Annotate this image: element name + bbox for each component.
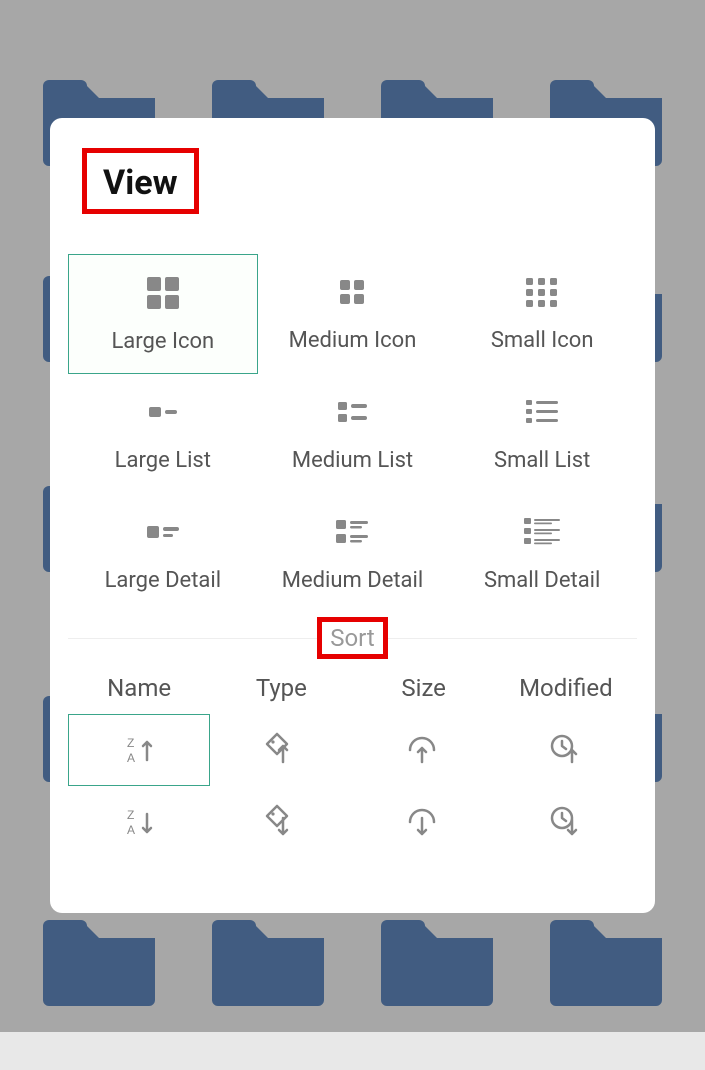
view-option-medium-icon[interactable]: Medium Icon xyxy=(258,254,448,374)
sort-column-name: Name xyxy=(68,666,210,710)
sort-type-asc[interactable] xyxy=(210,714,352,786)
view-option-label: Small List xyxy=(494,448,590,473)
view-option-label: Medium Icon xyxy=(289,328,417,353)
svg-text:A: A xyxy=(127,751,135,765)
view-option-medium-list[interactable]: Medium List xyxy=(258,374,448,494)
view-option-small-detail[interactable]: Small Detail xyxy=(447,494,637,614)
dialog-title-highlight: View xyxy=(82,148,199,214)
grid-large-icon xyxy=(141,269,185,317)
grid-small-icon xyxy=(520,268,564,316)
sort-size-desc-icon xyxy=(404,804,444,840)
sort-type-desc[interactable] xyxy=(210,786,352,858)
sort-label: Sort xyxy=(330,624,375,652)
view-option-label: Large Detail xyxy=(105,568,222,593)
list-large-icon xyxy=(141,388,185,436)
sort-modified-asc[interactable] xyxy=(495,714,637,786)
view-option-label: Medium List xyxy=(292,448,413,473)
detail-large-icon xyxy=(141,508,185,556)
view-option-label: Small Detail xyxy=(484,568,600,593)
view-option-small-list[interactable]: Small List xyxy=(447,374,637,494)
dialog-title: View xyxy=(103,163,178,203)
svg-text:Z: Z xyxy=(127,808,134,822)
view-option-label: Medium Detail xyxy=(282,568,423,593)
sort-column-type: Type xyxy=(210,666,352,710)
sort-tag-desc-icon xyxy=(261,804,301,840)
detail-small-icon xyxy=(520,508,564,556)
view-option-label: Large Icon xyxy=(111,329,214,354)
sort-time-asc-icon xyxy=(546,732,586,768)
sort-column-modified: Modified xyxy=(495,666,637,710)
svg-text:A: A xyxy=(127,823,135,837)
sort-size-asc[interactable] xyxy=(353,714,495,786)
list-small-icon xyxy=(520,388,564,436)
grid-medium-icon xyxy=(330,268,374,316)
sort-modified-desc[interactable] xyxy=(495,786,637,858)
view-sort-dialog: View Large Icon Medium Icon Small Ic xyxy=(50,118,655,913)
sort-options-grid: ZA ZA xyxy=(68,714,637,858)
sort-alpha-asc-icon: ZA xyxy=(119,732,159,768)
view-option-label: Small Icon xyxy=(491,328,594,353)
list-medium-icon xyxy=(330,388,374,436)
sort-name-desc[interactable]: ZA xyxy=(68,786,210,858)
view-options-grid: Large Icon Medium Icon Small Icon Larg xyxy=(68,254,637,614)
view-option-label: Large List xyxy=(115,448,211,473)
sort-time-desc-icon xyxy=(546,804,586,840)
sort-columns-header: Name Type Size Modified xyxy=(68,666,637,710)
view-option-small-icon[interactable]: Small Icon xyxy=(447,254,637,374)
view-option-medium-detail[interactable]: Medium Detail xyxy=(258,494,448,614)
sort-column-size: Size xyxy=(353,666,495,710)
sort-alpha-desc-icon: ZA xyxy=(119,804,159,840)
view-option-large-list[interactable]: Large List xyxy=(68,374,258,494)
sort-size-desc[interactable] xyxy=(353,786,495,858)
detail-medium-icon xyxy=(330,508,374,556)
sort-title-highlight: Sort xyxy=(317,617,388,659)
view-option-large-icon[interactable]: Large Icon xyxy=(68,254,258,374)
sort-name-asc[interactable]: ZA xyxy=(68,714,210,786)
sort-tag-asc-icon xyxy=(261,732,301,768)
section-divider: Sort xyxy=(68,620,637,656)
svg-text:Z: Z xyxy=(127,736,134,750)
sort-size-asc-icon xyxy=(404,732,444,768)
view-option-large-detail[interactable]: Large Detail xyxy=(68,494,258,614)
